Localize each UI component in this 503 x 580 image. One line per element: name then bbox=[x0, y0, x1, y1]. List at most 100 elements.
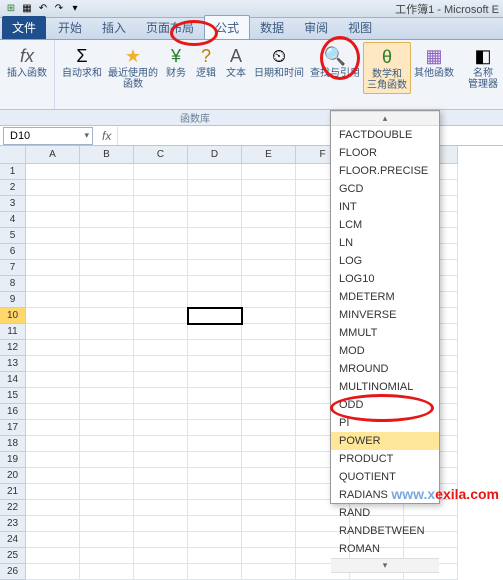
cell[interactable] bbox=[80, 436, 134, 452]
column-header[interactable]: A bbox=[26, 146, 80, 164]
cell[interactable] bbox=[188, 180, 242, 196]
row-header[interactable]: 10 bbox=[0, 308, 26, 324]
cell[interactable] bbox=[242, 228, 296, 244]
cell[interactable] bbox=[242, 292, 296, 308]
row-header[interactable]: 7 bbox=[0, 260, 26, 276]
cell[interactable] bbox=[242, 340, 296, 356]
cell[interactable] bbox=[26, 516, 80, 532]
cell[interactable] bbox=[242, 468, 296, 484]
cell[interactable] bbox=[134, 452, 188, 468]
cell[interactable] bbox=[242, 372, 296, 388]
function-item-ln[interactable]: LN bbox=[331, 234, 439, 252]
cell[interactable] bbox=[242, 484, 296, 500]
function-item-mround[interactable]: MROUND bbox=[331, 360, 439, 378]
undo-icon[interactable]: ↶ bbox=[36, 2, 50, 16]
cell[interactable] bbox=[26, 436, 80, 452]
row-header[interactable]: 3 bbox=[0, 196, 26, 212]
row-header[interactable]: 24 bbox=[0, 532, 26, 548]
text-button[interactable]: A文本 bbox=[221, 42, 251, 94]
more-functions-button[interactable]: ▦其他函数 bbox=[411, 42, 457, 94]
function-item-log10[interactable]: LOG10 bbox=[331, 270, 439, 288]
cell[interactable] bbox=[134, 212, 188, 228]
function-item-randbetween[interactable]: RANDBETWEEN bbox=[331, 522, 439, 540]
tab-view[interactable]: 视图 bbox=[338, 16, 382, 39]
cell[interactable] bbox=[80, 164, 134, 180]
cell[interactable] bbox=[26, 276, 80, 292]
datetime-button[interactable]: ⏲日期和时间 bbox=[251, 42, 307, 94]
row-header[interactable]: 2 bbox=[0, 180, 26, 196]
math-trig-button[interactable]: θ数学和 三角函数 bbox=[363, 42, 411, 94]
cell[interactable] bbox=[188, 324, 242, 340]
cell[interactable] bbox=[188, 356, 242, 372]
tab-file[interactable]: 文件 bbox=[2, 16, 46, 39]
cell[interactable] bbox=[26, 548, 80, 564]
cell[interactable] bbox=[80, 404, 134, 420]
tab-review[interactable]: 审阅 bbox=[294, 16, 338, 39]
cell[interactable] bbox=[188, 292, 242, 308]
cell[interactable] bbox=[26, 404, 80, 420]
cell[interactable] bbox=[134, 276, 188, 292]
cell[interactable] bbox=[80, 564, 134, 580]
logical-button[interactable]: ?逻辑 bbox=[191, 42, 221, 94]
cell[interactable] bbox=[80, 548, 134, 564]
cell[interactable] bbox=[26, 308, 80, 324]
cell[interactable] bbox=[188, 308, 242, 324]
cell[interactable] bbox=[188, 516, 242, 532]
cell[interactable] bbox=[26, 484, 80, 500]
cell[interactable] bbox=[80, 484, 134, 500]
row-header[interactable]: 20 bbox=[0, 468, 26, 484]
autosum-button[interactable]: Σ自动求和 bbox=[59, 42, 105, 94]
save-icon[interactable]: ▦ bbox=[20, 2, 34, 16]
cell[interactable] bbox=[188, 164, 242, 180]
function-item-power[interactable]: POWER bbox=[331, 432, 439, 450]
cell[interactable] bbox=[188, 388, 242, 404]
function-item-roman[interactable]: ROMAN bbox=[331, 540, 439, 558]
cell[interactable] bbox=[242, 276, 296, 292]
row-header[interactable]: 12 bbox=[0, 340, 26, 356]
insert-function-button[interactable]: fx 插入函数 bbox=[4, 42, 50, 81]
cell[interactable] bbox=[188, 452, 242, 468]
tab-formulas[interactable]: 公式 bbox=[204, 15, 250, 39]
cell[interactable] bbox=[134, 228, 188, 244]
cell[interactable] bbox=[26, 388, 80, 404]
function-item-minverse[interactable]: MINVERSE bbox=[331, 306, 439, 324]
cell[interactable] bbox=[134, 340, 188, 356]
cell[interactable] bbox=[188, 564, 242, 580]
row-header[interactable]: 8 bbox=[0, 276, 26, 292]
cell[interactable] bbox=[242, 564, 296, 580]
cell[interactable] bbox=[26, 260, 80, 276]
cell[interactable] bbox=[242, 164, 296, 180]
cell[interactable] bbox=[26, 468, 80, 484]
cell[interactable] bbox=[26, 212, 80, 228]
row-header[interactable]: 1 bbox=[0, 164, 26, 180]
column-header[interactable]: D bbox=[188, 146, 242, 164]
row-header[interactable]: 13 bbox=[0, 356, 26, 372]
cell[interactable] bbox=[242, 244, 296, 260]
cell[interactable] bbox=[188, 276, 242, 292]
qat-more-icon[interactable]: ▾ bbox=[68, 2, 82, 16]
cell[interactable] bbox=[80, 388, 134, 404]
cell[interactable] bbox=[134, 260, 188, 276]
cell[interactable] bbox=[26, 164, 80, 180]
cell[interactable] bbox=[188, 212, 242, 228]
function-item-lcm[interactable]: LCM bbox=[331, 216, 439, 234]
cell[interactable] bbox=[134, 516, 188, 532]
cell[interactable] bbox=[134, 180, 188, 196]
cell[interactable] bbox=[242, 308, 296, 324]
cell[interactable] bbox=[80, 308, 134, 324]
cell[interactable] bbox=[134, 436, 188, 452]
cell[interactable] bbox=[242, 516, 296, 532]
cell[interactable] bbox=[188, 548, 242, 564]
function-item-pi[interactable]: PI bbox=[331, 414, 439, 432]
cell[interactable] bbox=[26, 196, 80, 212]
cell[interactable] bbox=[134, 356, 188, 372]
function-item-int[interactable]: INT bbox=[331, 198, 439, 216]
function-item-product[interactable]: PRODUCT bbox=[331, 450, 439, 468]
cell[interactable] bbox=[188, 420, 242, 436]
cell[interactable] bbox=[80, 292, 134, 308]
cell[interactable] bbox=[188, 228, 242, 244]
function-item-multinomial[interactable]: MULTINOMIAL bbox=[331, 378, 439, 396]
row-header[interactable]: 21 bbox=[0, 484, 26, 500]
cell[interactable] bbox=[134, 532, 188, 548]
function-item-odd[interactable]: ODD bbox=[331, 396, 439, 414]
